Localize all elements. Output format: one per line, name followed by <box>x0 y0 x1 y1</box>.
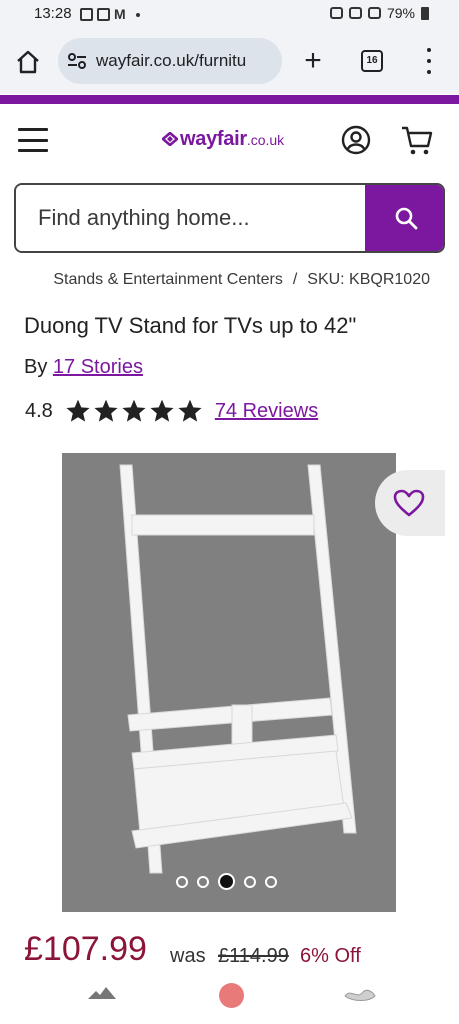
reviews-link[interactable]: 74 Reviews <box>215 400 318 423</box>
star-icon <box>178 399 202 422</box>
status-time: 13:28 <box>34 5 72 22</box>
notification-icons: M <box>80 6 140 22</box>
site-settings-icon[interactable] <box>67 52 87 70</box>
browser-menu-icon[interactable] <box>424 48 434 74</box>
system-icons: 79% <box>329 5 429 21</box>
gallery-dot[interactable] <box>176 875 188 888</box>
brand-divider <box>0 95 459 104</box>
battery-percent: 79% <box>386 5 415 21</box>
current-price: £107.99 <box>24 930 147 968</box>
product-byline: By 17 Stories <box>24 356 143 379</box>
product-title: Duong TV Stand for TVs up to 42" <box>24 313 357 338</box>
sku-label: SKU: KBQR1020 <box>307 271 430 288</box>
key-icon <box>329 7 343 19</box>
was-price: £114.99 <box>218 945 289 967</box>
search-bar <box>14 183 445 253</box>
rating-row: 4.8 74 Reviews <box>25 397 318 425</box>
star-icon <box>150 399 174 422</box>
gmail-icon: M <box>114 6 126 22</box>
discount-label: 6% Off <box>300 945 361 967</box>
gallery-dot[interactable] <box>244 875 256 888</box>
was-label: was <box>170 945 206 967</box>
star-icon <box>122 399 146 422</box>
heart-icon <box>393 489 425 517</box>
swatch-thumbnail-icon[interactable] <box>86 983 118 1003</box>
gallery-dot[interactable] <box>197 875 209 888</box>
url-text[interactable]: wayfair.co.uk/furnitu <box>96 51 276 71</box>
favorite-button[interactable] <box>375 470 445 536</box>
browser-toolbar: wayfair.co.uk/furnitu + 16 <box>0 30 459 94</box>
wifi-icon <box>367 7 381 19</box>
wayfair-logo[interactable]: wayfair .co.uk <box>162 128 284 151</box>
logo-text: wayfair <box>180 128 247 150</box>
color-swatch-icon[interactable] <box>219 983 244 1008</box>
breadcrumb-separator: / <box>292 271 298 288</box>
hamburger-menu-icon[interactable] <box>18 128 48 152</box>
product-image[interactable] <box>62 453 396 912</box>
color-swatch-strip <box>0 980 459 1024</box>
search-button[interactable] <box>365 185 443 251</box>
brand-link[interactable]: 17 Stories <box>53 356 143 378</box>
breadcrumb: Stands & Entertainment Centers / SKU: KBQR… <box>0 271 459 293</box>
battery-icon <box>421 6 429 20</box>
cart-icon[interactable] <box>400 124 434 156</box>
logo-mark-icon <box>162 132 178 146</box>
tab-switcher-button[interactable]: 16 <box>361 50 383 72</box>
product-image-gallery[interactable] <box>62 453 396 912</box>
more-notifications-icon <box>135 12 140 17</box>
gallery-icon <box>97 8 110 21</box>
search-icon <box>395 207 418 230</box>
status-bar: 13:28 M 79% <box>0 0 459 30</box>
gallery-pagination <box>176 873 277 890</box>
by-label: By <box>24 356 48 378</box>
star-rating[interactable] <box>65 398 203 424</box>
home-icon[interactable] <box>14 48 42 76</box>
search-input[interactable] <box>16 185 364 251</box>
gallery-dot[interactable] <box>265 875 277 888</box>
gallery-dot-active[interactable] <box>218 873 235 890</box>
breadcrumb-category[interactable]: Stands & Entertainment Centers <box>53 271 282 288</box>
calendar-icon <box>80 8 93 21</box>
alarm-icon <box>348 7 362 19</box>
star-icon <box>94 399 118 422</box>
swatch-thumbnail-icon[interactable] <box>343 986 377 1004</box>
address-bar[interactable]: wayfair.co.uk/furnitu <box>58 38 282 84</box>
account-icon[interactable] <box>341 125 371 155</box>
new-tab-icon[interactable]: + <box>298 46 328 76</box>
logo-tld: .co.uk <box>246 132 285 148</box>
star-icon <box>66 399 90 422</box>
rating-value: 4.8 <box>25 399 53 422</box>
